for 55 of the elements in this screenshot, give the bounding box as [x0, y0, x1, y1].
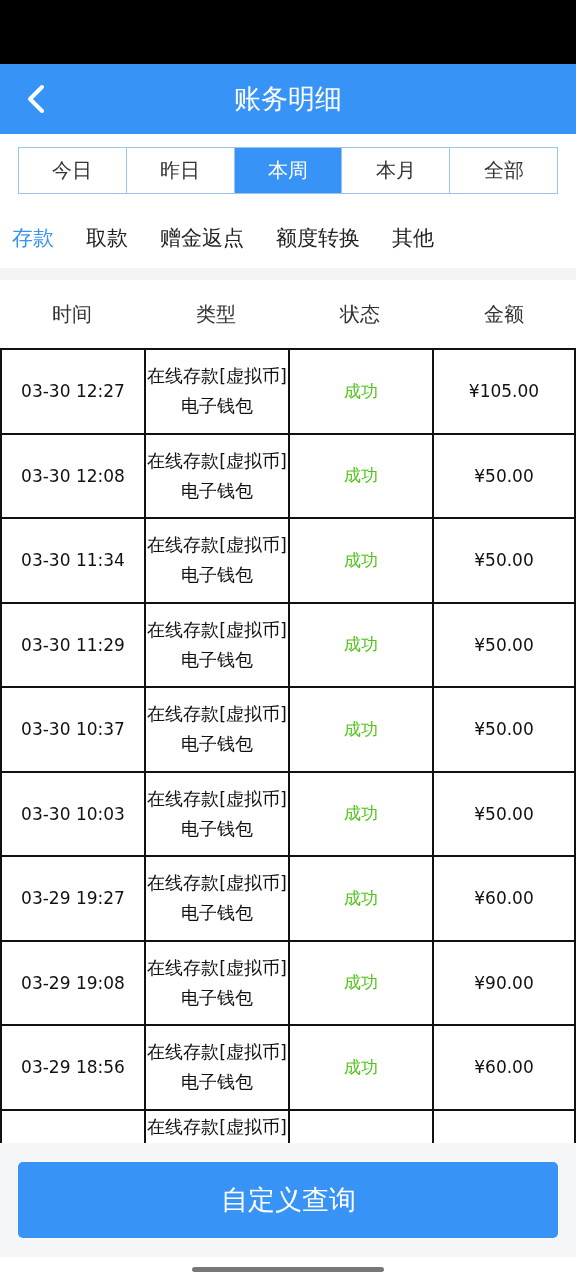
- time-cell: 03-30 10:37: [21, 719, 125, 740]
- type-cell-text: 电子钱包: [181, 902, 253, 926]
- column-header: 金额: [483, 300, 525, 328]
- type-cell-text: 在线存款[虚拟币]: [147, 365, 287, 389]
- category-tab[interactable]: 额度转换: [276, 223, 360, 252]
- time-cell: 03-29 19:27: [21, 888, 125, 909]
- amount-cell: ¥50.00: [474, 465, 534, 486]
- type-cell-text: 在线存款[虚拟币]: [147, 787, 287, 811]
- type-cell-text: 电子钱包: [181, 648, 253, 672]
- status-cell: 成功: [344, 886, 378, 910]
- status-cell: 成功: [344, 717, 378, 741]
- type-cell-text: 在线存款[虚拟币]: [147, 956, 287, 980]
- status-cell: 成功: [344, 379, 378, 403]
- status-cell: 成功: [344, 971, 378, 995]
- type-cell-text: 电子钱包: [181, 817, 253, 841]
- amount-cell: ¥50.00: [474, 550, 534, 571]
- amount-cell: ¥90.00: [474, 972, 534, 993]
- type-cell-text: 电子钱包: [181, 479, 253, 503]
- time-cell: 03-30 11:29: [21, 634, 125, 655]
- status-cell: 成功: [344, 464, 378, 488]
- type-cell-text: 电子钱包: [181, 564, 253, 588]
- type-cell-text: 在线存款[虚拟币]: [147, 1115, 287, 1139]
- column-header: 类型: [195, 300, 237, 328]
- type-cell-text: 在线存款[虚拟币]: [147, 703, 287, 727]
- amount-cell: ¥50.00: [474, 634, 534, 655]
- type-cell-text: 电子钱包: [181, 395, 253, 419]
- time-cell: 03-29 18:56: [21, 1057, 125, 1078]
- amount-cell: ¥60.00: [474, 888, 534, 909]
- time-cell: 03-30 12:27: [21, 381, 125, 402]
- category-tab[interactable]: 其他: [392, 223, 434, 252]
- time-cell: 03-30 10:03: [21, 803, 125, 824]
- status-cell: 成功: [344, 548, 378, 572]
- type-cell-text: 在线存款[虚拟币]: [147, 618, 287, 642]
- amount-cell: ¥60.00: [474, 1057, 534, 1078]
- column-header: 状态: [339, 300, 381, 328]
- status-cell: 成功: [344, 1055, 378, 1079]
- type-cell-text: 电子钱包: [181, 986, 253, 1010]
- type-cell-text: 在线存款[虚拟币]: [147, 534, 287, 558]
- type-cell-text: 在线存款[虚拟币]: [147, 872, 287, 896]
- amount-cell: ¥50.00: [474, 719, 534, 740]
- amount-cell: ¥50.00: [474, 803, 534, 824]
- time-cell: 03-30 12:08: [21, 465, 125, 486]
- column-header: 时间: [51, 300, 93, 328]
- type-cell-text: 电子钱包: [181, 1071, 253, 1095]
- category-tab[interactable]: 赠金返点: [160, 223, 244, 252]
- type-cell-text: 在线存款[虚拟币]: [147, 1041, 287, 1065]
- page-title: 账务明细: [233, 82, 343, 116]
- type-cell-text: 电子钱包: [181, 733, 253, 757]
- type-cell-text: 在线存款[虚拟币]: [147, 449, 287, 473]
- time-cell: 03-30 11:34: [21, 550, 125, 571]
- amount-cell: ¥105.00: [468, 381, 540, 402]
- category-tab[interactable]: 取款: [86, 223, 128, 252]
- time-cell: 03-29 19:08: [21, 972, 125, 993]
- status-cell: 成功: [344, 633, 378, 657]
- status-cell: 成功: [344, 802, 378, 826]
